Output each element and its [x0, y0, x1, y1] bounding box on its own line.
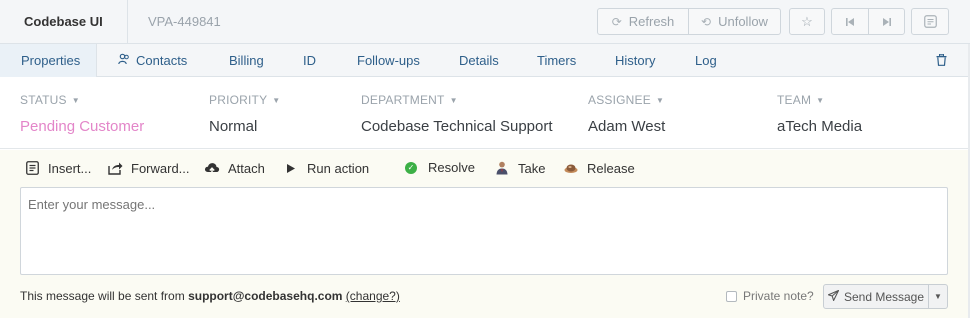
status-property[interactable]: STATUS ▼ Pending Customer [20, 93, 144, 135]
attach-label: Attach [228, 160, 265, 176]
tab-log[interactable]: Log [695, 44, 717, 77]
sender-note-prefix: This message will be sent from [20, 289, 189, 303]
refresh-button[interactable]: ⟳ Refresh [598, 9, 688, 34]
sender-email: support@codebasehq.com [188, 289, 343, 303]
app-title: Codebase UI [0, 0, 128, 43]
send-button-group: Send Message ▼ [823, 284, 948, 309]
private-note-label: Private note? [743, 289, 814, 303]
previous-icon [846, 17, 854, 26]
trash-icon [936, 53, 947, 66]
status-value: Pending Customer [20, 118, 145, 135]
tab-follow-ups[interactable]: Follow-ups [357, 44, 420, 77]
refresh-unfollow-group: ⟳ Refresh ⟲ Unfollow [597, 8, 781, 35]
resolve-button[interactable]: ✓ Resolve [405, 160, 475, 175]
change-sender-link[interactable]: (change?) [346, 289, 400, 303]
status-label: STATUS ▼ [20, 93, 80, 107]
star-icon: ☆ [801, 13, 813, 29]
department-label: DEPARTMENT ▼ [361, 93, 458, 107]
run-action-button[interactable]: Run action [283, 160, 369, 176]
message-input[interactable] [20, 187, 948, 275]
cloud-upload-icon [204, 160, 220, 176]
department-property[interactable]: DEPARTMENT ▼ Codebase Technical Support [361, 93, 553, 135]
share-icon [107, 160, 123, 176]
department-value: Codebase Technical Support [361, 118, 553, 135]
ticket-tabs: Properties Contacts Billing ID Follow-up… [0, 44, 970, 77]
contacts-icon [118, 45, 130, 78]
refresh-label: Refresh [628, 14, 675, 29]
team-value: aTech Media [777, 118, 863, 135]
unfollow-button[interactable]: ⟲ Unfollow [688, 9, 780, 34]
insert-button[interactable]: Insert... [24, 160, 91, 176]
sidebar-toggle-button[interactable] [912, 9, 948, 34]
chevron-down-icon: ▼ [816, 96, 825, 105]
assignee-value: Adam West [588, 118, 666, 135]
tab-contacts-label: Contacts [136, 53, 188, 68]
priority-value: Normal [209, 118, 258, 135]
message-composer: Insert... Forward... Attach Run action ✓… [0, 150, 970, 318]
sender-note: This message will be sent from support@c… [20, 289, 400, 303]
sidebar-toggle-icon [923, 15, 937, 28]
tab-properties[interactable]: Properties [0, 44, 97, 77]
person-icon [494, 160, 510, 176]
header-bar: Codebase UI VPA-449841 ⟳ Refresh ⟲ Unfol… [0, 0, 970, 44]
tab-id[interactable]: ID [303, 44, 316, 77]
next-ticket-button[interactable] [868, 9, 904, 34]
previous-ticket-button[interactable] [832, 9, 868, 34]
take-button[interactable]: Take [494, 160, 545, 176]
release-label: Release [587, 160, 635, 176]
forward-label: Forward... [131, 160, 190, 176]
composer-toolbar: Insert... Forward... Attach Run action ✓… [0, 150, 970, 186]
send-message-label: Send Message [843, 289, 925, 304]
tab-history[interactable]: History [615, 44, 655, 77]
private-note-checkbox[interactable] [726, 290, 737, 302]
ticket-properties: STATUS ▼ Pending Customer PRIORITY ▼ Norma… [0, 77, 970, 149]
tab-details[interactable]: Details [459, 44, 499, 77]
chevron-down-icon: ▼ [655, 96, 665, 105]
assignee-property[interactable]: ASSIGNEE ▼ Adam West [588, 93, 665, 135]
resolve-label: Resolve [428, 160, 475, 175]
team-label: TEAM ▼ [777, 93, 825, 107]
priority-label: PRIORITY ▼ [209, 93, 281, 107]
chevron-down-icon: ▼ [934, 292, 942, 301]
ticket-nav-group [831, 8, 905, 35]
play-icon [283, 160, 299, 176]
send-options-button[interactable]: ▼ [928, 285, 947, 308]
send-message-button[interactable]: Send Message [824, 285, 928, 308]
next-icon [882, 17, 891, 26]
check-circle-icon: ✓ [405, 161, 417, 174]
chevron-down-icon: ▼ [71, 96, 80, 105]
take-label: Take [518, 160, 546, 176]
run-action-label: Run action [307, 160, 370, 176]
unfollow-label: Unfollow [718, 14, 768, 29]
paper-plane-icon [827, 289, 840, 304]
chevron-down-icon: ▼ [272, 96, 281, 105]
tab-contacts[interactable]: Contacts [118, 44, 187, 77]
star-group: ☆ [789, 8, 825, 35]
refresh-icon: ⟳ [611, 14, 622, 29]
document-icon [24, 160, 40, 176]
chevron-down-icon: ▼ [449, 96, 458, 105]
ticket-reference: VPA-449841 [148, 14, 221, 29]
priority-property[interactable]: PRIORITY ▼ Normal [209, 93, 280, 135]
unfollow-icon: ⟲ [701, 14, 712, 29]
release-icon [563, 160, 579, 176]
sidebar-toggle-group [911, 8, 949, 35]
attach-button[interactable]: Attach [204, 160, 265, 176]
forward-button[interactable]: Forward... [107, 160, 190, 176]
tab-timers[interactable]: Timers [537, 44, 576, 77]
private-note-toggle[interactable]: Private note? [726, 289, 814, 303]
assignee-label: ASSIGNEE ▼ [588, 93, 665, 107]
team-property[interactable]: TEAM ▼ aTech Media [777, 93, 862, 135]
release-button[interactable]: Release [563, 160, 635, 176]
insert-label: Insert... [48, 160, 92, 176]
star-button[interactable]: ☆ [790, 9, 824, 34]
tab-billing[interactable]: Billing [229, 44, 264, 77]
delete-ticket-button[interactable] [936, 44, 947, 77]
